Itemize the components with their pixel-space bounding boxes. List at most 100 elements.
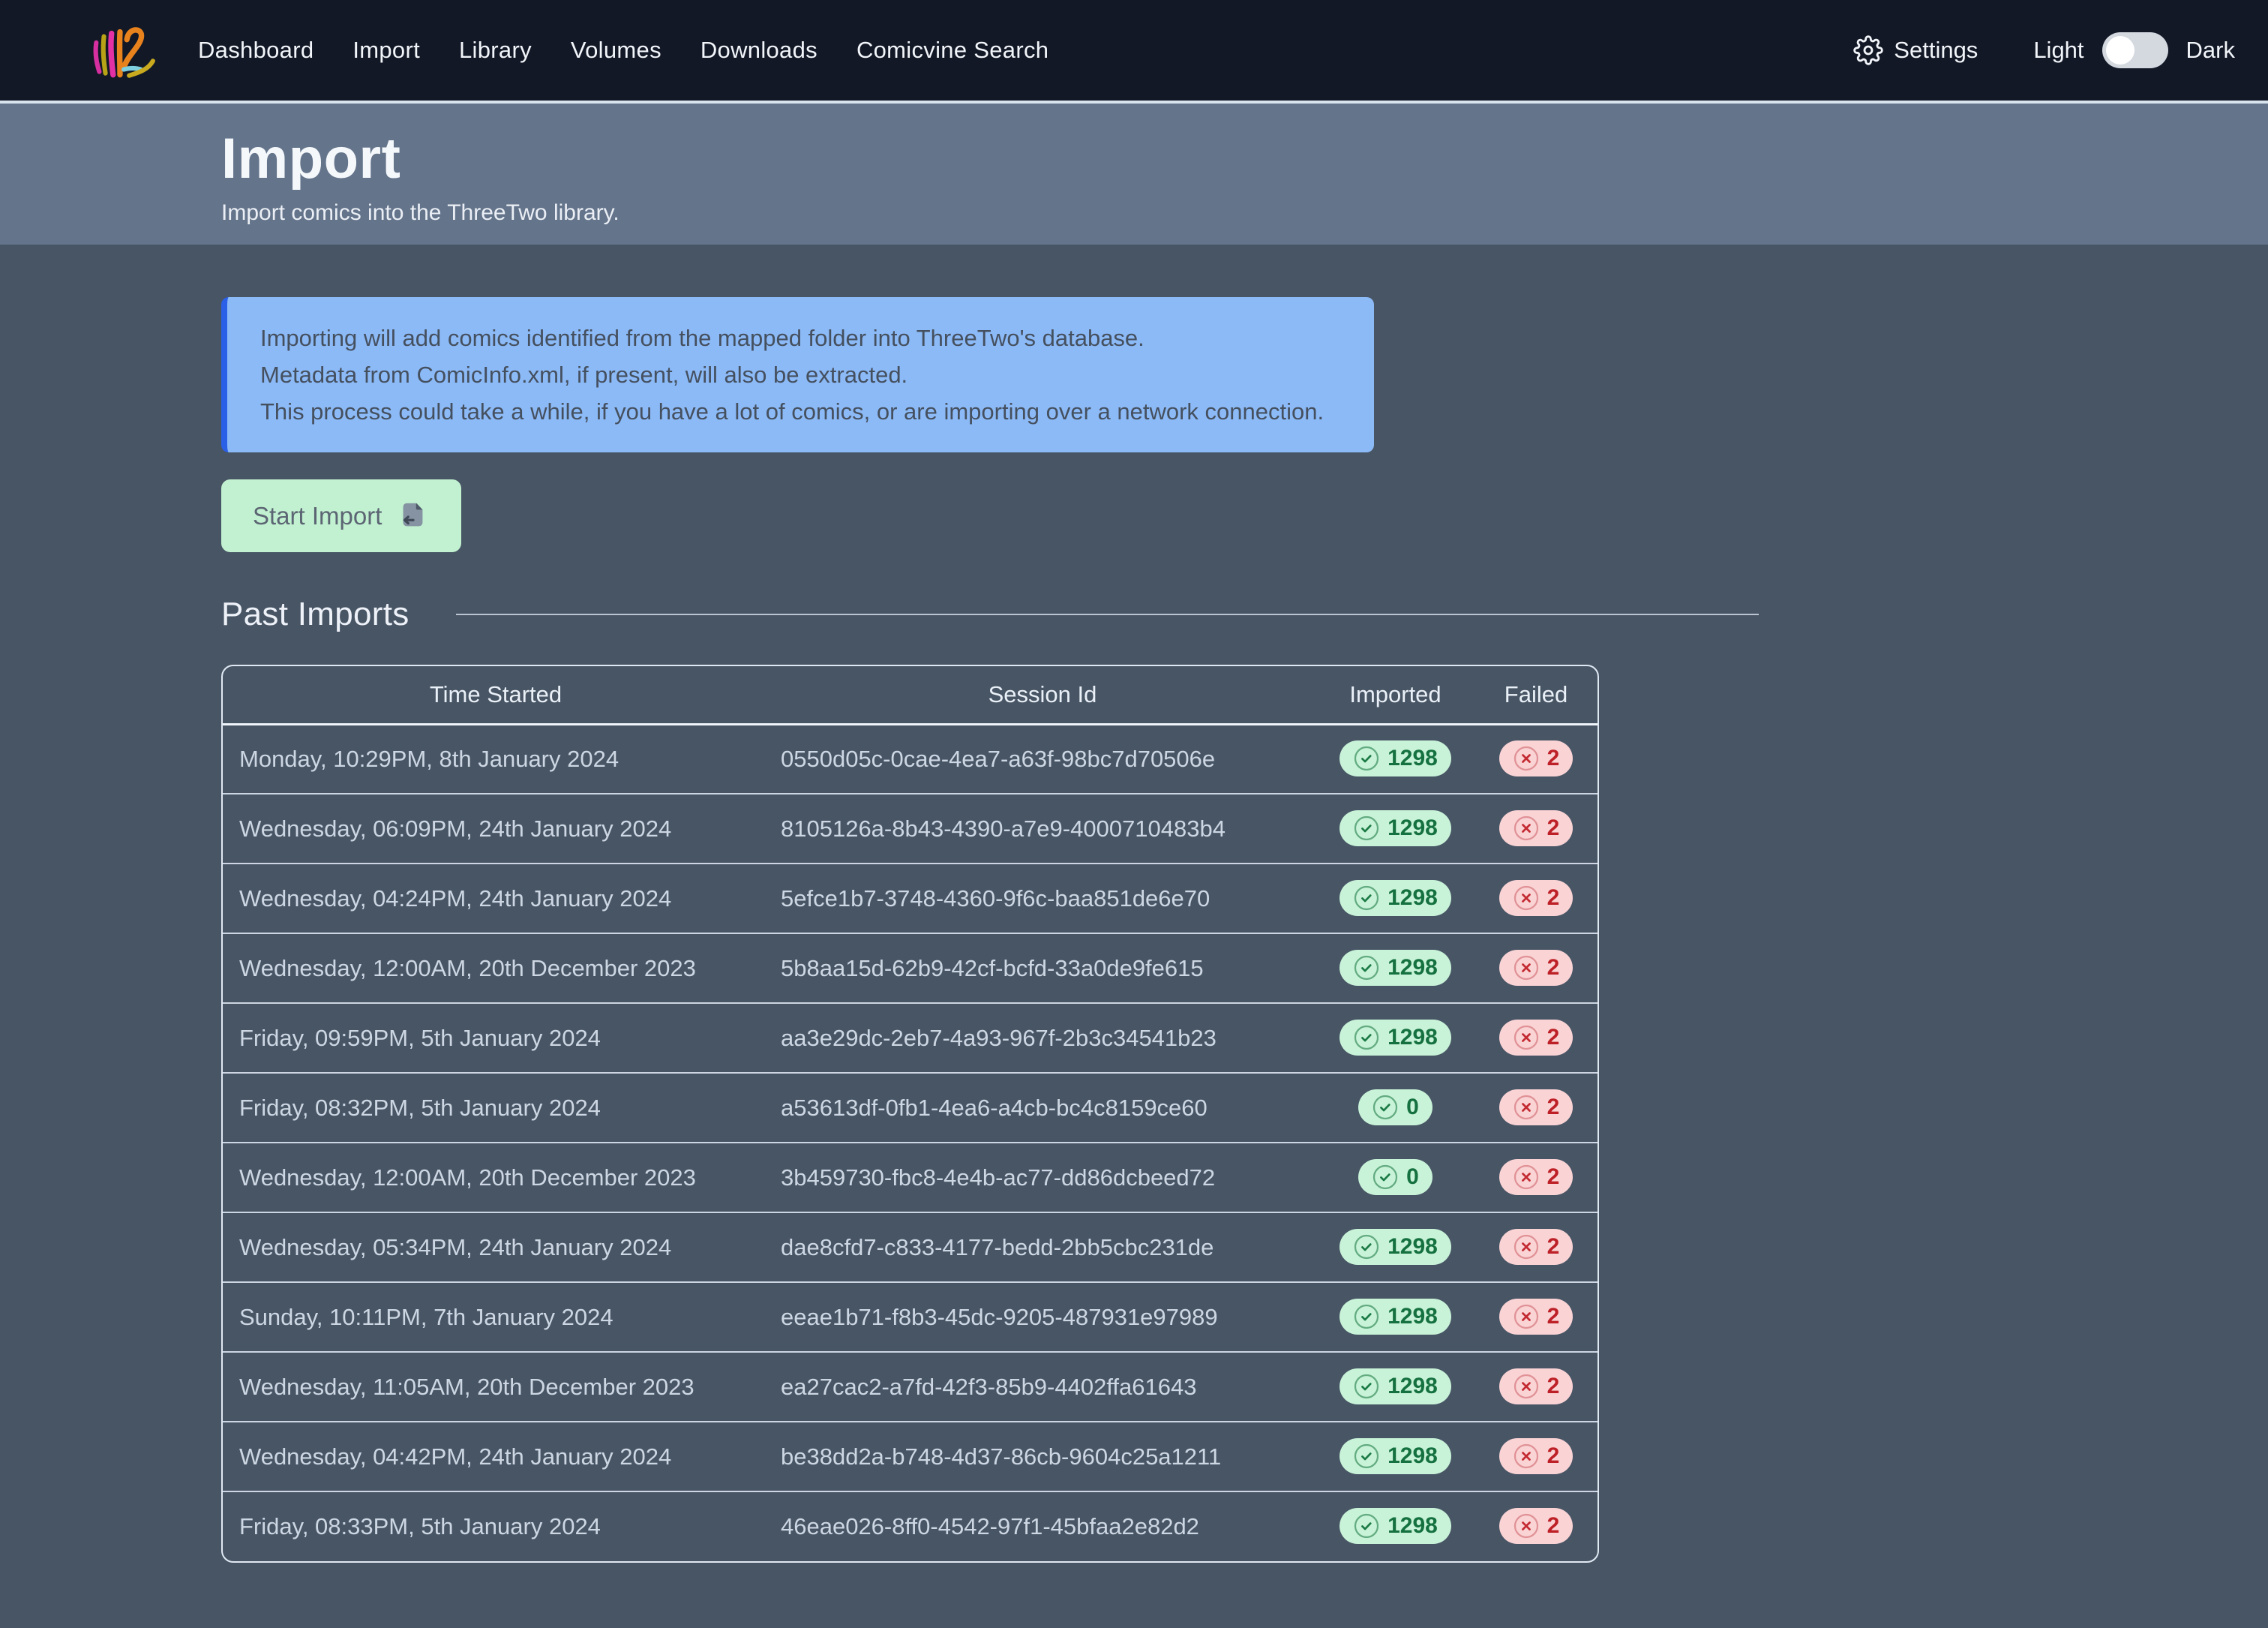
- table-row: Wednesday, 06:09PM, 24th January 2024 81…: [223, 794, 1598, 864]
- failed-badge: 2: [1499, 880, 1574, 916]
- failed-count: 2: [1547, 1095, 1560, 1120]
- imported-badge: 1298: [1340, 1229, 1451, 1265]
- nav-right: Settings Light Dark: [1853, 32, 2235, 68]
- theme-dark-label: Dark: [2186, 37, 2235, 64]
- table-row: Friday, 08:33PM, 5th January 2024 46eae0…: [223, 1491, 1598, 1561]
- start-import-label: Start Import: [253, 502, 382, 530]
- time-started-cell: Wednesday, 12:00AM, 20th December 2023: [223, 933, 769, 1003]
- x-circle-icon: [1513, 1233, 1540, 1260]
- check-circle-icon: [1353, 954, 1380, 981]
- time-started-cell: Wednesday, 06:09PM, 24th January 2024: [223, 794, 769, 864]
- top-navbar: Dashboard Import Library Volumes Downloa…: [0, 0, 2268, 104]
- threetwo-logo-icon: [84, 14, 158, 87]
- failed-count: 2: [1547, 1374, 1560, 1399]
- failed-count: 2: [1547, 1164, 1560, 1190]
- failed-badge: 2: [1499, 740, 1574, 776]
- theme-toggle-knob: [2106, 36, 2134, 65]
- table-row: Wednesday, 05:34PM, 24th January 2024 da…: [223, 1212, 1598, 1282]
- time-started-cell: Wednesday, 04:42PM, 24th January 2024: [223, 1422, 769, 1491]
- time-started-cell: Friday, 08:33PM, 5th January 2024: [223, 1491, 769, 1561]
- column-session-id: Session Id: [769, 666, 1316, 724]
- column-imported: Imported: [1316, 666, 1474, 724]
- alert-line-1: Importing will add comics identified fro…: [260, 320, 1341, 356]
- time-started-cell: Friday, 08:32PM, 5th January 2024: [223, 1073, 769, 1143]
- nav-links: Dashboard Import Library Volumes Downloa…: [198, 37, 1048, 64]
- failed-count: 2: [1547, 955, 1560, 981]
- x-circle-icon: [1513, 815, 1540, 842]
- time-started-cell: Wednesday, 11:05AM, 20th December 2023: [223, 1352, 769, 1422]
- x-circle-icon: [1513, 885, 1540, 912]
- nav-item-downloads[interactable]: Downloads: [700, 37, 818, 64]
- failed-count: 2: [1547, 1443, 1560, 1469]
- nav-item-volumes[interactable]: Volumes: [571, 37, 662, 64]
- x-circle-icon: [1513, 1512, 1540, 1539]
- session-id-cell: 5efce1b7-3748-4360-9f6c-baa851de6e70: [769, 864, 1316, 933]
- import-info-alert: Importing will add comics identified fro…: [221, 297, 1374, 452]
- nav-item-comicvine-search[interactable]: Comicvine Search: [856, 37, 1048, 64]
- past-imports-table: Time Started Session Id Imported Failed …: [221, 665, 1599, 1563]
- imported-count: 1298: [1388, 885, 1438, 911]
- start-import-button[interactable]: Start Import: [221, 479, 461, 552]
- check-circle-icon: [1372, 1094, 1399, 1121]
- imported-count: 1298: [1388, 1304, 1438, 1329]
- imported-badge: 1298: [1340, 880, 1451, 916]
- imported-count: 1298: [1388, 955, 1438, 981]
- x-circle-icon: [1513, 1094, 1540, 1121]
- imported-count: 0: [1406, 1095, 1419, 1120]
- imported-badge: 1298: [1340, 740, 1451, 776]
- session-id-cell: 3b459730-fbc8-4e4b-ac77-dd86dcbeed72: [769, 1143, 1316, 1212]
- session-id-cell: ea27cac2-a7fd-42f3-85b9-4402ffa61643: [769, 1352, 1316, 1422]
- imported-badge: 1298: [1340, 1020, 1451, 1056]
- failed-badge: 2: [1499, 1508, 1574, 1544]
- x-circle-icon: [1513, 1303, 1540, 1330]
- check-circle-icon: [1353, 815, 1380, 842]
- file-import-icon: [395, 499, 430, 533]
- imported-count: 1298: [1388, 1443, 1438, 1469]
- past-imports-header: Past Imports: [221, 596, 1759, 633]
- threetwo-logo[interactable]: [84, 14, 158, 87]
- failed-badge: 2: [1499, 950, 1574, 986]
- imported-count: 1298: [1388, 1234, 1438, 1260]
- imported-count: 1298: [1388, 1374, 1438, 1399]
- table-header-row: Time Started Session Id Imported Failed: [223, 666, 1598, 724]
- x-circle-icon: [1513, 1024, 1540, 1051]
- settings-link[interactable]: Settings: [1853, 35, 1978, 65]
- table-row: Monday, 10:29PM, 8th January 2024 0550d0…: [223, 724, 1598, 794]
- settings-label: Settings: [1894, 37, 1978, 64]
- page-title: Import: [221, 126, 2268, 191]
- failed-badge: 2: [1499, 1438, 1574, 1474]
- theme-toggle[interactable]: [2102, 32, 2168, 68]
- table-row: Wednesday, 11:05AM, 20th December 2023 e…: [223, 1352, 1598, 1422]
- failed-badge: 2: [1499, 1299, 1574, 1335]
- imported-count: 1298: [1388, 1513, 1438, 1539]
- failed-count: 2: [1547, 746, 1560, 771]
- nav-item-import[interactable]: Import: [352, 37, 420, 64]
- x-circle-icon: [1513, 1443, 1540, 1470]
- imported-badge: 0: [1358, 1089, 1432, 1125]
- check-circle-icon: [1353, 885, 1380, 912]
- table-row: Wednesday, 12:00AM, 20th December 2023 5…: [223, 933, 1598, 1003]
- table-row: Wednesday, 12:00AM, 20th December 2023 3…: [223, 1143, 1598, 1212]
- failed-count: 2: [1547, 816, 1560, 841]
- session-id-cell: eeae1b71-f8b3-45dc-9205-487931e97989: [769, 1282, 1316, 1352]
- imported-badge: 1298: [1340, 950, 1451, 986]
- nav-item-dashboard[interactable]: Dashboard: [198, 37, 314, 64]
- failed-count: 2: [1547, 1304, 1560, 1329]
- session-id-cell: 46eae026-8ff0-4542-97f1-45bfaa2e82d2: [769, 1491, 1316, 1561]
- x-circle-icon: [1513, 954, 1540, 981]
- table-row: Friday, 08:32PM, 5th January 2024 a53613…: [223, 1073, 1598, 1143]
- check-circle-icon: [1372, 1164, 1399, 1191]
- session-id-cell: be38dd2a-b748-4d37-86cb-9604c25a1211: [769, 1422, 1316, 1491]
- table-row: Sunday, 10:11PM, 7th January 2024 eeae1b…: [223, 1282, 1598, 1352]
- column-failed: Failed: [1474, 666, 1598, 724]
- x-circle-icon: [1513, 745, 1540, 772]
- nav-item-library[interactable]: Library: [459, 37, 532, 64]
- time-started-cell: Wednesday, 12:00AM, 20th December 2023: [223, 1143, 769, 1212]
- x-circle-icon: [1513, 1373, 1540, 1400]
- page-header: Import Import comics into the ThreeTwo l…: [0, 104, 2268, 245]
- table-row: Wednesday, 04:24PM, 24th January 2024 5e…: [223, 864, 1598, 933]
- alert-line-3: This process could take a while, if you …: [260, 393, 1341, 430]
- imported-badge: 0: [1358, 1159, 1432, 1195]
- check-circle-icon: [1353, 1373, 1380, 1400]
- time-started-cell: Sunday, 10:11PM, 7th January 2024: [223, 1282, 769, 1352]
